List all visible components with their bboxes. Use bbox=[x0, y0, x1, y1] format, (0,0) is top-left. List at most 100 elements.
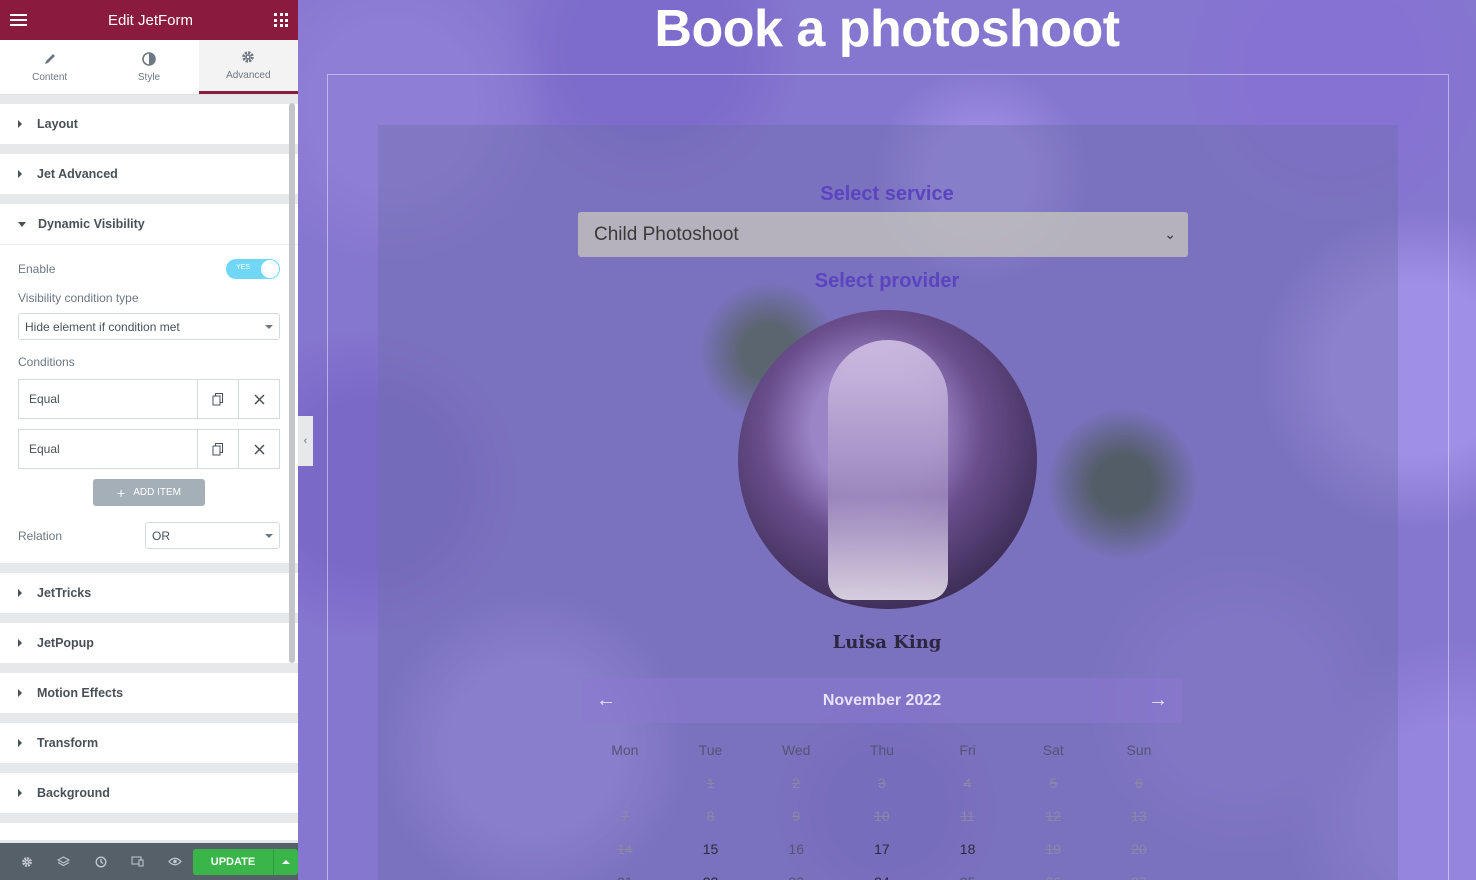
section-background-header[interactable]: Background bbox=[0, 773, 298, 813]
update-button[interactable]: UPDATE bbox=[193, 848, 273, 875]
calendar-day[interactable]: 21 bbox=[582, 874, 668, 880]
close-icon[interactable] bbox=[238, 430, 279, 468]
arrow-left-icon[interactable]: ← bbox=[596, 689, 616, 712]
service-select[interactable]: Child Photoshoot ⌄ bbox=[578, 212, 1188, 257]
duplicate-icon[interactable] bbox=[197, 430, 238, 468]
weekday-label: Mon bbox=[611, 741, 639, 758]
weekday-label: Thu bbox=[869, 741, 894, 758]
caret-right-icon bbox=[18, 739, 22, 747]
tab-style[interactable]: Style bbox=[99, 40, 198, 94]
calendar-day[interactable]: 25 bbox=[925, 874, 1011, 880]
condition-type-select[interactable]: Hide element if condition met bbox=[18, 313, 280, 340]
menu-icon[interactable] bbox=[10, 14, 27, 26]
calendar-day: 12 bbox=[1045, 807, 1062, 824]
relation-row: Relation OR bbox=[18, 522, 280, 549]
provider-name[interactable]: Luisa King bbox=[298, 632, 1476, 653]
duplicate-icon[interactable] bbox=[197, 380, 238, 418]
weekday-label: Wed bbox=[781, 741, 811, 758]
calendar-day: 2 bbox=[792, 774, 801, 791]
widgets-grid-icon[interactable] bbox=[274, 13, 288, 27]
relation-label: Relation bbox=[18, 528, 63, 543]
section-layout-title: Layout bbox=[37, 117, 78, 131]
section-transform-header[interactable]: Transform bbox=[0, 723, 298, 763]
calendar-day: 9 bbox=[792, 807, 801, 824]
calendar-week: 21222324252627 bbox=[582, 865, 1182, 880]
relation-value: OR bbox=[152, 528, 170, 543]
calendar-day: 5 bbox=[1049, 774, 1058, 791]
calendar-week: 14 15 16 17 18 19 20 bbox=[582, 832, 1182, 865]
section-motion-effects-header[interactable]: Motion Effects bbox=[0, 673, 298, 713]
calendar-month: November 2022 bbox=[822, 691, 942, 709]
section-background[interactable]: Background bbox=[0, 773, 298, 813]
calendar-day[interactable]: 17 bbox=[839, 841, 925, 857]
enable-toggle[interactable]: YES bbox=[226, 259, 280, 279]
caret-right-icon bbox=[18, 120, 22, 128]
editor-header: Edit JetForm bbox=[0, 0, 298, 40]
calendar-day: 3 bbox=[878, 774, 886, 791]
calendar-day: 20 bbox=[1131, 840, 1147, 857]
caret-right-icon bbox=[18, 789, 22, 797]
condition-item-name[interactable]: Equal bbox=[19, 380, 197, 418]
calendar-day: 6 bbox=[1135, 774, 1143, 791]
responsive-icon[interactable] bbox=[119, 843, 156, 880]
section-motion-effects[interactable]: Motion Effects bbox=[0, 673, 298, 713]
calendar-day: 19 bbox=[1045, 840, 1062, 857]
section-dynamic-visibility-header[interactable]: Dynamic Visibility bbox=[0, 204, 298, 244]
section-dynamic-visibility: Dynamic Visibility Enable YES Visibility… bbox=[0, 204, 298, 563]
chevron-down-icon bbox=[265, 324, 273, 329]
condition-type-label: Visibility condition type bbox=[18, 291, 139, 305]
collapse-panel-handle[interactable]: ‹ bbox=[298, 416, 313, 466]
condition-item-name[interactable]: Equal bbox=[19, 430, 197, 468]
add-item-label: ADD ITEM bbox=[133, 487, 181, 498]
caret-down-icon bbox=[18, 221, 26, 227]
section-jetpopup-header[interactable]: JetPopup bbox=[0, 623, 298, 663]
calendar-day[interactable]: 23 bbox=[753, 874, 839, 880]
calendar-day[interactable]: 15 bbox=[668, 841, 754, 857]
section-layout[interactable]: Layout bbox=[0, 104, 298, 144]
settings-icon[interactable] bbox=[8, 843, 45, 880]
update-button-group: UPDATE bbox=[193, 848, 298, 875]
panel-scrollbar[interactable] bbox=[289, 103, 295, 663]
pencil-icon bbox=[44, 53, 55, 64]
update-options-button[interactable] bbox=[273, 848, 298, 875]
provider-avatar[interactable] bbox=[738, 310, 1037, 609]
dynamic-visibility-controls: Enable YES Visibility condition type Hid… bbox=[0, 244, 298, 563]
tab-style-label: Style bbox=[137, 71, 161, 83]
section-jettricks-header[interactable]: JetTricks bbox=[0, 573, 298, 613]
calendar-day: 13 bbox=[1131, 807, 1147, 824]
close-icon[interactable] bbox=[238, 380, 279, 418]
eye-icon[interactable] bbox=[156, 843, 193, 880]
tab-advanced[interactable]: Advanced bbox=[198, 40, 298, 94]
calendar-day: 14 bbox=[617, 840, 633, 857]
calendar-day: 7 bbox=[620, 807, 629, 824]
section-layout-header[interactable]: Layout bbox=[0, 104, 298, 144]
page-heading: Book a photoshoot bbox=[654, 0, 1120, 58]
section-jet-advanced[interactable]: Jet Advanced bbox=[0, 154, 298, 194]
section-transform-title: Transform bbox=[37, 736, 99, 750]
calendar-day[interactable]: 22 bbox=[668, 874, 754, 880]
layers-icon[interactable] bbox=[45, 843, 82, 880]
arrow-right-icon[interactable]: → bbox=[1148, 689, 1168, 712]
condition-item[interactable]: Equal bbox=[18, 379, 280, 419]
section-jetpopup[interactable]: JetPopup bbox=[0, 623, 298, 663]
section-transform[interactable]: Transform bbox=[0, 723, 298, 763]
calendar-day[interactable]: 18 bbox=[925, 841, 1011, 857]
calendar-day[interactable]: 24 bbox=[839, 874, 925, 880]
tab-content[interactable]: Content bbox=[0, 40, 99, 94]
provider-label: Select provider bbox=[814, 270, 960, 292]
weekday-label: Sat bbox=[1042, 741, 1064, 758]
tab-advanced-label: Advanced bbox=[226, 70, 271, 81]
section-jettricks[interactable]: JetTricks bbox=[0, 573, 298, 613]
conditions-repeater: Equal Equal bbox=[18, 379, 280, 469]
condition-type-value: Hide element if condition met bbox=[25, 319, 180, 334]
relation-select[interactable]: OR bbox=[145, 522, 280, 549]
section-jet-advanced-header[interactable]: Jet Advanced bbox=[0, 154, 298, 194]
calendar-day[interactable]: 16 bbox=[753, 841, 839, 857]
section-motion-effects-title: Motion Effects bbox=[37, 686, 124, 700]
section-jet-advanced-title: Jet Advanced bbox=[37, 167, 118, 181]
service-select-value: Child Photoshoot bbox=[594, 223, 739, 245]
condition-item[interactable]: Equal bbox=[18, 429, 280, 469]
calendar-grid: Mon Tue Wed Thu Fri Sat Sun 1 2 3 4 5 6 7 8 9 10 11 12 13 1… bbox=[582, 733, 1182, 880]
add-item-button[interactable]: + ADD ITEM bbox=[93, 479, 205, 506]
history-icon[interactable] bbox=[82, 843, 119, 880]
